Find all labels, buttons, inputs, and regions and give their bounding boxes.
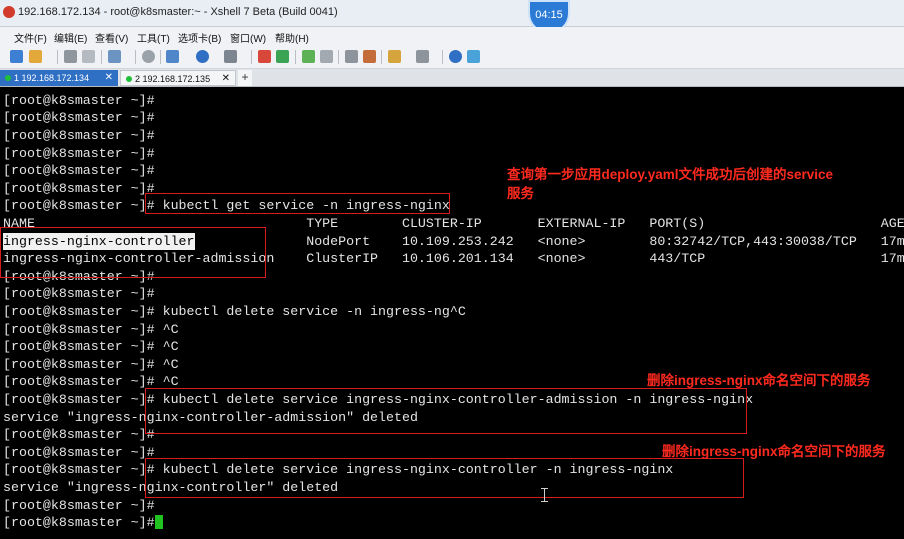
menu-bar: 文件(F) 编辑(E) 查看(V) 工具(T) 选项卡(B) 窗口(W) 帮助(… (0, 27, 904, 46)
toolbar-separator (338, 50, 339, 64)
toolbar-separator (295, 50, 296, 64)
terminal-line: [root@k8smaster ~]# (3, 110, 155, 125)
annotation-box-service-names (0, 227, 266, 278)
terminal-line: [root@k8smaster ~]# ^C (3, 339, 179, 354)
annotation-note-query-line2: 服务 (507, 186, 534, 201)
menu-tools[interactable]: 工具(T) (137, 30, 170, 45)
tab-session-2[interactable]: 2 192.168.172.135 ✕ (120, 70, 236, 86)
terminal-line: [root@k8smaster ~]# kubectl delete servi… (3, 304, 466, 319)
menu-help[interactable]: 帮助(H) (275, 30, 309, 45)
toolbar-separator (135, 50, 136, 64)
text-cursor-icon (541, 488, 548, 502)
toolbar-separator (381, 50, 382, 64)
tab-label: 2 192.168.172.135 (135, 74, 211, 84)
connected-status-icon (5, 75, 11, 81)
terminal-line: [root@k8smaster ~]# (3, 445, 155, 460)
terminal-line: [root@k8smaster ~]# (3, 93, 155, 108)
keyboard-icon[interactable] (345, 50, 358, 63)
layout-icon[interactable] (166, 50, 179, 63)
annotation-note-query-line1: 查询第一步应用deploy.yaml文件成功后创建的service (507, 167, 834, 182)
toolbar-separator (160, 50, 161, 64)
toolbar-separator (57, 50, 58, 64)
annotation-box-delete-controller (145, 458, 744, 498)
menu-file[interactable]: 文件(F) (14, 30, 47, 45)
close-icon[interactable]: ✕ (222, 71, 230, 87)
session-tab-strip: 1 192.168.172.134 ✕ 2 192.168.172.135 ✕ … (0, 69, 904, 87)
close-icon[interactable]: ✕ (105, 70, 113, 86)
reconnect-icon[interactable] (64, 50, 77, 63)
annotation-note-delete-1: 删除ingress-nginx命名空间下的服务 (647, 373, 871, 388)
terminal-line: [root@k8smaster ~]# (3, 515, 155, 530)
annotation-box-delete-admission (145, 388, 747, 434)
annotation-box-get-command (145, 193, 450, 214)
script-icon[interactable] (388, 50, 401, 63)
annotation-note-delete-2: 删除ingress-nginx命名空间下的服务 (662, 444, 886, 459)
font-icon[interactable] (224, 50, 237, 63)
terminal-line: [root@k8smaster ~]# (3, 163, 155, 178)
tile-windows-icon[interactable] (416, 50, 429, 63)
highlight-icon[interactable] (363, 50, 376, 63)
menu-view[interactable]: 查看(V) (95, 30, 128, 45)
xshell-app-icon (3, 6, 15, 18)
properties-icon[interactable] (108, 50, 121, 63)
terminal-line: [root@k8smaster ~]# (3, 427, 155, 442)
add-tab-button[interactable]: + (238, 70, 252, 86)
disconnect-icon[interactable] (82, 50, 95, 63)
tab-label: 1 192.168.172.134 (14, 73, 90, 83)
connected-status-icon (126, 76, 132, 82)
terminal-area[interactable]: [root@k8smaster ~]# [root@k8smaster ~]# … (0, 87, 904, 539)
window-title: 192.168.172.134 - root@k8smaster:~ - Xsh… (18, 6, 338, 18)
toolbar-separator (442, 50, 443, 64)
help-icon[interactable] (449, 50, 462, 63)
fullscreen-icon[interactable] (302, 50, 315, 63)
terminal-line: [root@k8smaster ~]# (3, 128, 155, 143)
menu-window[interactable]: 窗口(W) (230, 30, 266, 45)
xftp-icon[interactable] (258, 50, 271, 63)
color-scheme-icon[interactable] (196, 50, 209, 63)
xagent-icon[interactable] (276, 50, 289, 63)
terminal-line: [root@k8smaster ~]# (3, 146, 155, 161)
tab-session-1[interactable]: 1 192.168.172.134 ✕ (0, 70, 118, 86)
terminal-line: [root@k8smaster ~]# (3, 181, 155, 196)
terminal-cursor (155, 515, 163, 529)
chat-icon[interactable] (467, 50, 480, 63)
terminal-line: [root@k8smaster ~]# ^C (3, 322, 179, 337)
menu-tab[interactable]: 选项卡(B) (178, 30, 221, 45)
terminal-line: [root@k8smaster ~]# (3, 286, 155, 301)
terminal-line: [root@k8smaster ~]# (3, 498, 155, 513)
toolbar-separator (251, 50, 252, 64)
open-folder-icon[interactable] (29, 50, 42, 63)
toolbar-separator (101, 50, 102, 64)
window-title-bar: 192.168.172.134 - root@k8smaster:~ - Xsh… (0, 0, 904, 27)
lock-icon[interactable] (320, 50, 333, 63)
new-session-icon[interactable] (10, 50, 23, 63)
menu-edit[interactable]: 编辑(E) (54, 30, 87, 45)
terminal-line: [root@k8smaster ~]# ^C (3, 357, 179, 372)
search-icon[interactable] (142, 50, 155, 63)
toolbar (0, 46, 904, 69)
